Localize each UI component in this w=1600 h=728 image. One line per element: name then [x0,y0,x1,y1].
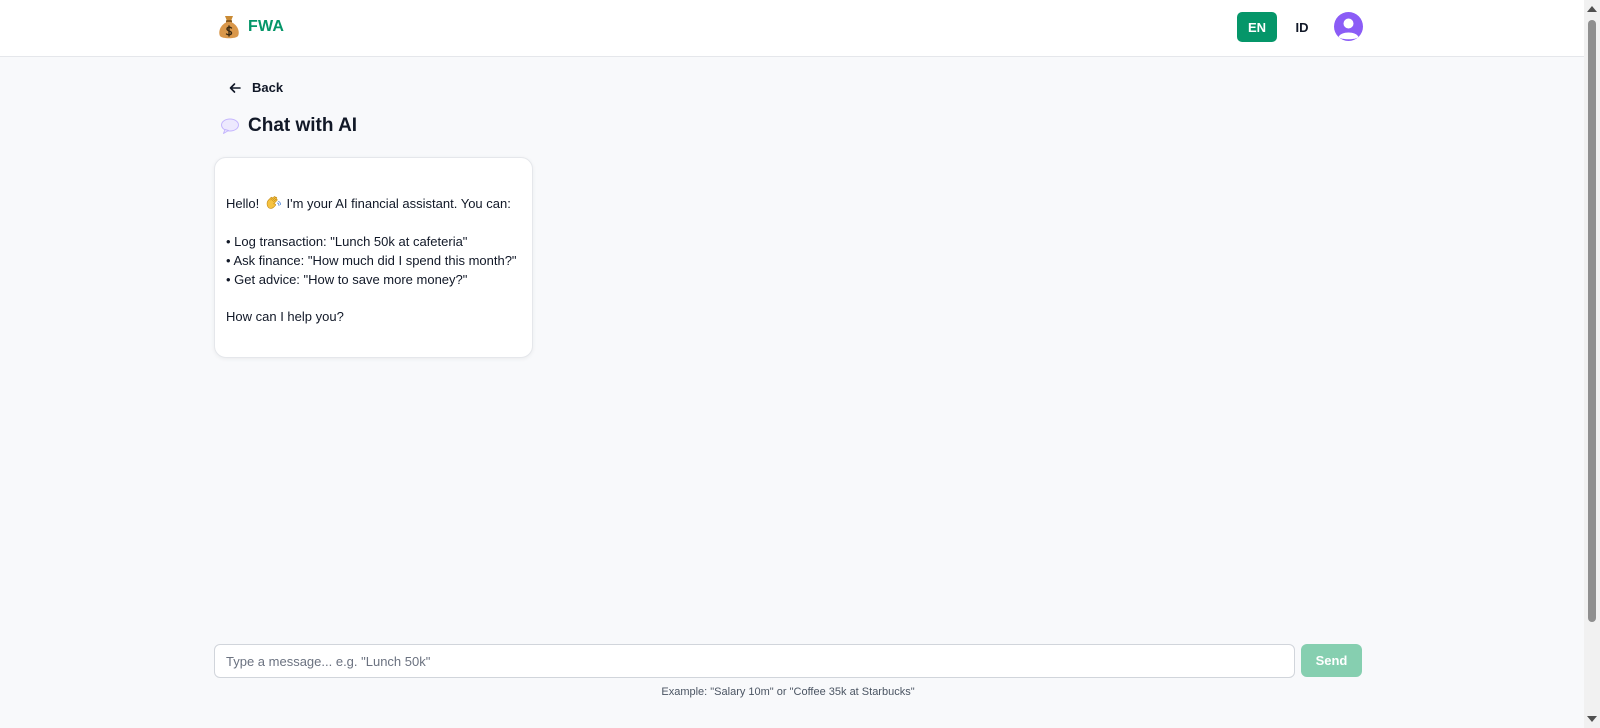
avatar[interactable] [1334,12,1363,41]
page-title-text: Chat with AI [248,115,358,136]
scroll-down-icon[interactable] [1587,716,1597,722]
language-en-button[interactable]: EN [1237,12,1277,42]
message-item: • Get advice: "How to save more money?" [226,271,468,287]
greeting-start: Hello! [226,196,260,211]
brand-name: FWA [248,18,285,35]
user-icon [1338,18,1359,40]
language-id-button[interactable]: ID [1282,12,1322,42]
scroll-up-icon[interactable] [1587,6,1597,12]
message-closing: How can I help you? [226,309,344,324]
arrow-left-icon [229,82,241,93]
send-button[interactable]: Send [1301,644,1362,677]
example-hint: Example: "Salary 10m" or "Coffee 35k at … [661,686,915,698]
page-title: Chat with AI [220,115,357,137]
greeting-end: I'm your AI financial assistant. You can… [286,196,511,211]
back-link[interactable]: Back [228,80,283,95]
message-item: • Ask finance: "How much did I spend thi… [226,252,517,268]
back-label: Back [252,80,284,95]
message-input[interactable] [214,644,1295,678]
scrollbar-thumb[interactable] [1588,20,1596,622]
assistant-message: Hello! I'm your AI financial assistant. … [214,157,533,358]
message-item: • Log transaction: "Lunch 50k at cafeter… [226,233,468,249]
top-bar: FWA EN ID [0,0,1584,57]
waving-hand-icon [266,196,281,209]
brand[interactable]: FWA [218,14,284,40]
money-bag-icon [219,16,239,39]
speech-bubble-icon [221,118,239,134]
message-greeting: Hello! I'm your AI financial assistant. … [226,194,521,213]
